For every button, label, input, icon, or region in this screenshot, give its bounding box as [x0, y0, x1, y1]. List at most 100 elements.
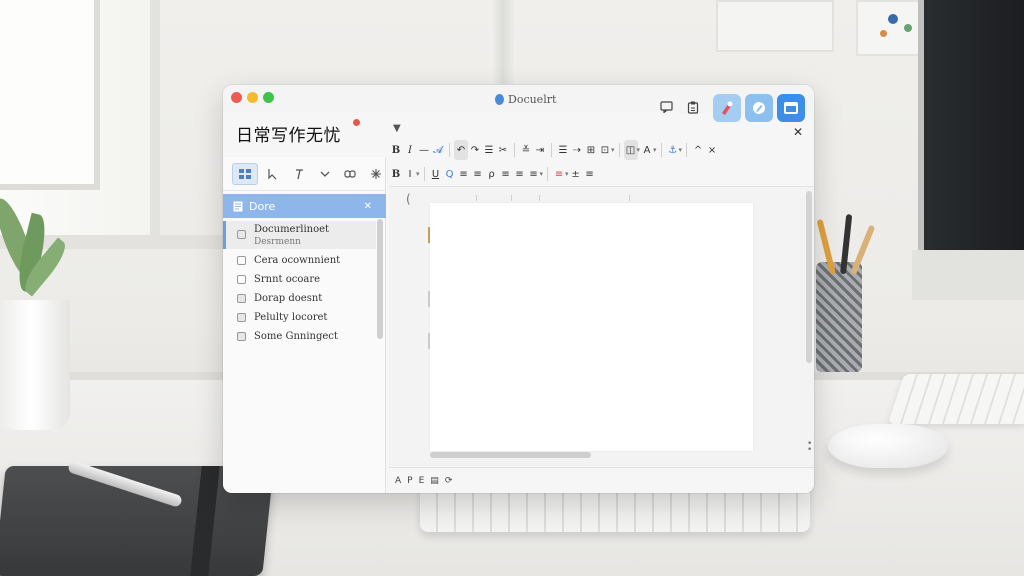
- anchor-button[interactable]: ⚓: [666, 140, 680, 160]
- undo-button[interactable]: ↶: [454, 140, 468, 160]
- vertical-scrollbar[interactable]: [806, 191, 812, 363]
- grid-view-icon[interactable]: [232, 162, 258, 185]
- list-button[interactable]: ☰: [482, 140, 496, 160]
- align-left-button[interactable]: ≡: [457, 164, 471, 184]
- chat-icon[interactable]: [658, 99, 674, 115]
- align-button[interactable]: ☰: [556, 140, 570, 160]
- minimize-window-button[interactable]: [247, 92, 258, 103]
- sidebar-item-selected[interactable]: Dore ✕: [223, 194, 386, 218]
- sidebar-selected-label: Dore: [249, 199, 276, 213]
- dropdown-caret-icon[interactable]: ▾: [540, 170, 544, 178]
- plus-minus-button[interactable]: ±: [569, 164, 583, 184]
- app-window: Docuelrt 日常写作无忧 ▼ ✕ Dore ✕ Documerlinoet…: [223, 85, 814, 493]
- font-style-button[interactable]: 𝓐: [431, 140, 445, 160]
- strikethrough-button[interactable]: —: [417, 140, 431, 160]
- table-button[interactable]: ⊞: [584, 140, 598, 160]
- list-item[interactable]: Pelulty locoret: [223, 308, 376, 327]
- indent-button[interactable]: ⇥: [533, 140, 547, 160]
- window-title-text: Docuelrt: [508, 92, 557, 106]
- wall-picture-1: [716, 0, 834, 52]
- list-item[interactable]: Dorap doesnt: [223, 289, 376, 308]
- status-image-icon[interactable]: ▤: [430, 476, 439, 486]
- status-button-p[interactable]: P: [407, 476, 412, 486]
- close-window-button[interactable]: [231, 92, 242, 103]
- monitor-stand: [912, 250, 1024, 300]
- close-icon[interactable]: ✕: [364, 201, 372, 212]
- status-bar: A P E ▤ ⟳: [389, 467, 814, 493]
- more-vertical-icon[interactable]: • •: [807, 440, 812, 455]
- align-right-button[interactable]: ≡: [499, 164, 513, 184]
- close-toolbar-button[interactable]: ×: [705, 140, 719, 160]
- toolbar-divider: [449, 143, 450, 157]
- bold-button[interactable]: B: [389, 140, 403, 160]
- document-page[interactable]: [430, 203, 753, 451]
- pencil-cup: [816, 262, 862, 372]
- dropdown-caret-icon[interactable]: ▾: [416, 170, 420, 178]
- checkbox[interactable]: [237, 313, 246, 322]
- cursor-icon[interactable]: [264, 163, 284, 185]
- italic-t-icon[interactable]: [289, 163, 309, 185]
- more-options-button[interactable]: ≡: [583, 164, 597, 184]
- dropdown-caret-icon[interactable]: ▾: [611, 146, 615, 154]
- highlighter-icon[interactable]: [713, 94, 741, 122]
- ruler-mark: [476, 195, 477, 201]
- link-icon[interactable]: [341, 163, 361, 185]
- list-item[interactable]: Cera ocownnient: [223, 251, 376, 270]
- line-spacing-button[interactable]: ≡: [527, 164, 541, 184]
- clipboard-icon[interactable]: [685, 99, 701, 115]
- underline-button[interactable]: U: [429, 164, 443, 184]
- horizontal-scrollbar[interactable]: [430, 452, 591, 458]
- list-item[interactable]: Srnnt ocoare: [223, 270, 376, 289]
- notebook-band: [190, 466, 220, 576]
- list-item-sublabel: Desrmenn: [254, 237, 301, 247]
- pen-icon[interactable]: [745, 94, 773, 122]
- font-color-button[interactable]: A: [640, 140, 654, 160]
- cut-button[interactable]: ✂: [496, 140, 510, 160]
- highlight-color-button[interactable]: ≡: [552, 164, 566, 184]
- list-item-label: Srnnt ocoare: [254, 274, 321, 285]
- window-icon[interactable]: [777, 94, 805, 122]
- document-icon: [495, 93, 504, 105]
- italic-button[interactable]: I: [403, 164, 417, 184]
- sidebar-scrollbar[interactable]: [377, 219, 383, 339]
- checkbox[interactable]: [237, 275, 246, 284]
- monitor: [918, 0, 1024, 250]
- ruler-mark: [629, 195, 630, 201]
- bold-button[interactable]: B: [389, 164, 403, 184]
- checkbox[interactable]: [237, 230, 246, 239]
- redo-button[interactable]: ↷: [468, 140, 482, 160]
- list-item-label: Cera ocownnient: [254, 255, 341, 266]
- paragraph-button[interactable]: ρ: [485, 164, 499, 184]
- checkbox[interactable]: [237, 294, 246, 303]
- checkbox[interactable]: [237, 256, 246, 265]
- frame-button[interactable]: ⊡: [598, 140, 612, 160]
- status-refresh-icon[interactable]: ⟳: [445, 476, 453, 486]
- margin-bracket: (: [406, 192, 411, 206]
- list-item-label: Dorap doesnt: [254, 293, 323, 304]
- toolbar-divider: [618, 143, 620, 157]
- layout-button[interactable]: ◫: [623, 140, 638, 160]
- dropdown-caret-icon[interactable]: ▾: [653, 146, 657, 154]
- status-button-e[interactable]: E: [419, 476, 425, 486]
- toolbar-divider: [686, 143, 688, 157]
- status-button-a[interactable]: A: [395, 476, 401, 486]
- maximize-window-button[interactable]: [263, 92, 274, 103]
- list-item[interactable]: Some Gnningect: [223, 327, 376, 346]
- chevron-down-icon[interactable]: ▼: [393, 123, 401, 134]
- format-toolbar-1: B I — 𝓐 ↶ ↷ ☰ ✂ ≚ ⇥ ☰ ⇢ ⊞ ⊡ ▾ ◫ ▾ A ▾ ⚓ …: [389, 139, 814, 161]
- search-button[interactable]: Q: [443, 164, 457, 184]
- dropdown-caret-icon[interactable]: ▾: [679, 146, 683, 154]
- computer-mouse: [828, 424, 948, 468]
- chevron-down-icon[interactable]: [315, 163, 335, 185]
- arrow-button[interactable]: ⇢: [570, 140, 584, 160]
- sparkle-icon[interactable]: [366, 163, 386, 185]
- italic-button[interactable]: I: [403, 140, 417, 160]
- checkbox[interactable]: [237, 332, 246, 341]
- align-center-button[interactable]: ≡: [471, 164, 485, 184]
- justify-button[interactable]: ≡: [513, 164, 527, 184]
- close-icon[interactable]: ✕: [793, 125, 803, 139]
- collapse-button[interactable]: ^: [691, 140, 705, 160]
- list-item[interactable]: Documerlinoet Desrmenn: [223, 221, 376, 249]
- list-item-label: Pelulty locoret: [254, 312, 328, 323]
- equation-button[interactable]: ≚: [519, 140, 533, 160]
